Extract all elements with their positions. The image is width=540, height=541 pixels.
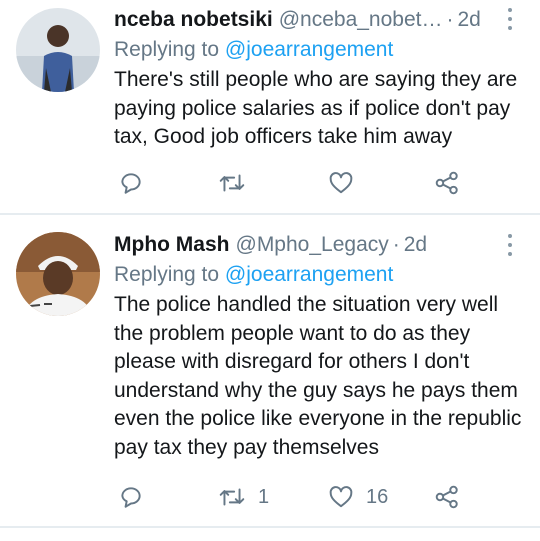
divider xyxy=(0,526,540,528)
tweet-header: Mpho Mash @Mpho_Legacy · 2d xyxy=(114,230,427,260)
replying-to-label: Replying to xyxy=(114,263,225,286)
separator-dot: · xyxy=(446,8,454,31)
divider xyxy=(0,213,540,215)
tweet-text: The police handled the situation very we… xyxy=(114,293,522,459)
retweet-icon xyxy=(219,488,245,506)
retweet-button[interactable]: 1 xyxy=(218,482,269,512)
retweet-icon xyxy=(219,174,245,192)
retweet-count: 1 xyxy=(258,485,270,508)
avatar[interactable] xyxy=(16,232,100,316)
tweet-2[interactable]: Replying to @joearrangement The police h… xyxy=(0,216,540,526)
heart-icon xyxy=(329,486,353,508)
user-handle[interactable]: @Mpho_Legacy xyxy=(236,233,389,257)
like-button[interactable]: 16 xyxy=(328,482,388,512)
more-vertical-icon[interactable] xyxy=(506,8,514,30)
reply-icon xyxy=(121,173,141,194)
reply-button[interactable] xyxy=(118,482,156,512)
retweet-button[interactable] xyxy=(218,168,258,198)
tweet-actions xyxy=(114,168,474,198)
avatar[interactable] xyxy=(16,8,100,92)
tweet-header: nceba nobetsiki @nceba_nobet… · 2d xyxy=(114,5,509,35)
heart-icon xyxy=(329,172,353,194)
like-button[interactable] xyxy=(328,168,366,198)
share-button[interactable] xyxy=(434,482,460,512)
display-name[interactable]: nceba nobetsiki xyxy=(114,8,273,32)
share-icon xyxy=(435,171,458,195)
tweet-text: There's still people who are saying they… xyxy=(114,68,518,148)
separator-dot: · xyxy=(392,233,400,256)
replying-to-label: Replying to xyxy=(114,38,225,61)
display-name[interactable]: Mpho Mash xyxy=(114,233,230,257)
tweet-1[interactable]: nceba nobetsiki @nceba_nobet… · 2d Reply… xyxy=(0,0,540,214)
timestamp[interactable]: 2d xyxy=(404,233,427,257)
timestamp[interactable]: 2d xyxy=(457,8,480,32)
share-button[interactable] xyxy=(434,168,460,198)
reply-icon xyxy=(121,487,141,508)
reply-button[interactable] xyxy=(118,168,156,198)
replying-to: Replying to @joearrangement xyxy=(114,38,393,62)
user-handle[interactable]: @nceba_nobet… xyxy=(279,8,443,32)
like-count: 16 xyxy=(366,485,389,508)
more-vertical-icon[interactable] xyxy=(506,234,514,256)
mention-link[interactable]: @joearrangement xyxy=(225,38,393,61)
tweet-actions: 1 16 xyxy=(114,482,474,512)
share-icon xyxy=(435,485,458,509)
mention-link[interactable]: @joearrangement xyxy=(225,263,393,286)
replying-to: Replying to @joearrangement xyxy=(114,263,393,287)
